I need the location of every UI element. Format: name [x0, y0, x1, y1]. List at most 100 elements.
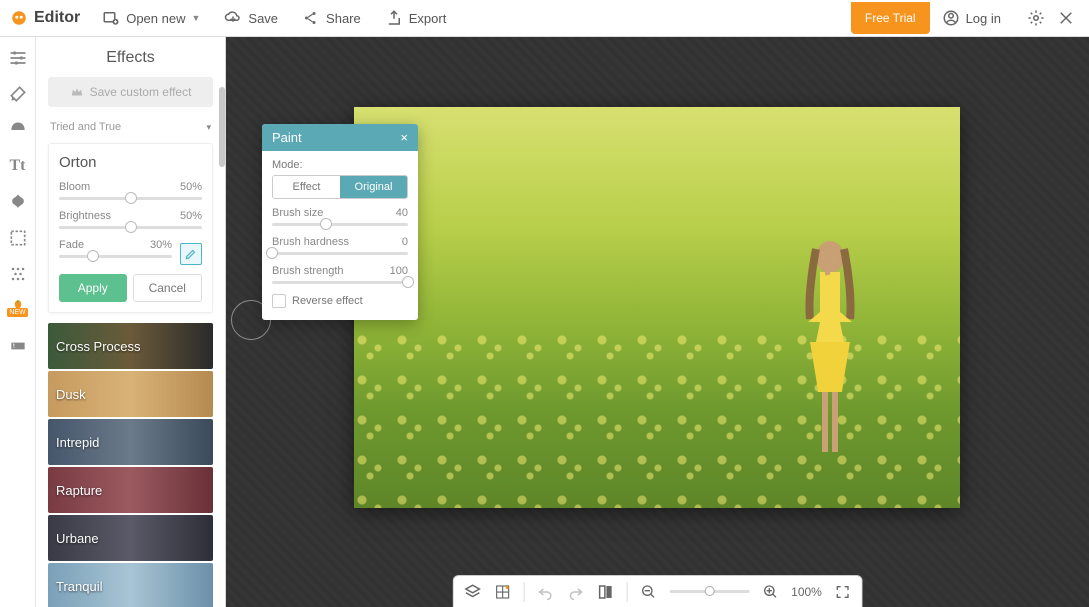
save-custom-effect-button[interactable]: Save custom effect — [48, 77, 213, 107]
effects-tool-icon[interactable] — [7, 191, 29, 213]
zoom-percentage: 100% — [791, 585, 822, 599]
overlays-tool-icon[interactable]: t — [7, 335, 29, 357]
bloom-value: 50% — [180, 181, 202, 193]
topbar: Editor Open new ▼ Save Share Export Free… — [0, 0, 1089, 37]
preset-cross-process[interactable]: Cross Process — [48, 323, 213, 369]
save-custom-label: Save custom effect — [90, 85, 192, 99]
brush-strength-slider[interactable]: Brush strength 100 — [272, 265, 408, 284]
bottom-toolbar: 100% — [452, 575, 863, 607]
export-label: Export — [409, 11, 447, 26]
fade-label: Fade — [59, 239, 84, 251]
mode-original-button[interactable]: Original — [340, 176, 407, 198]
preset-dusk[interactable]: Dusk — [48, 371, 213, 417]
gear-icon[interactable] — [1027, 9, 1045, 27]
zoom-slider[interactable] — [669, 590, 749, 593]
brush-strength-label: Brush strength — [272, 265, 344, 277]
effect-category[interactable]: Tried and True ▾ — [36, 117, 225, 137]
free-trial-label: Free Trial — [865, 11, 916, 25]
preset-tranquil[interactable]: Tranquil — [48, 563, 213, 607]
effect-name: Orton — [59, 154, 202, 171]
reverse-effect-label: Reverse effect — [292, 295, 363, 307]
zoom-out-icon[interactable] — [639, 583, 657, 601]
toolstrip: Tt NEW t — [0, 37, 36, 607]
paint-dialog: Paint × Mode: Effect Original Brush size… — [262, 124, 418, 320]
paint-dialog-header[interactable]: Paint × — [262, 124, 418, 151]
mode-effect-button[interactable]: Effect — [273, 176, 340, 198]
user-icon — [942, 9, 960, 27]
monkey-icon — [10, 9, 28, 27]
redo-icon[interactable] — [566, 583, 584, 601]
brush-size-label: Brush size — [272, 207, 323, 219]
svg-text:t: t — [13, 343, 15, 350]
image-plus-icon — [102, 9, 120, 27]
cloud-save-icon — [224, 9, 242, 27]
export-button[interactable]: Export — [373, 0, 459, 37]
app-name: Editor — [34, 9, 80, 27]
crown-icon — [70, 85, 84, 99]
brush-strength-value: 100 — [390, 265, 408, 277]
effects-panel: Effects Save custom effect Tried and Tru… — [36, 37, 226, 607]
fade-value: 30% — [150, 239, 172, 251]
bloom-label: Bloom — [59, 181, 90, 193]
effect-settings-card: Orton Bloom 50% Brightness 50% Fade 30% App… — [48, 143, 213, 313]
save-label: Save — [248, 11, 278, 26]
brush-hardness-slider[interactable]: Brush hardness0 — [272, 236, 408, 255]
new-badge: NEW — [7, 308, 27, 317]
open-new-label: Open new — [126, 11, 185, 26]
textures-tool-icon[interactable] — [7, 263, 29, 285]
zoom-in-icon[interactable] — [761, 583, 779, 601]
mode-toggle: Effect Original — [272, 175, 408, 199]
apply-button[interactable]: Apply — [59, 274, 127, 302]
canvas-area[interactable]: Paint × Mode: Effect Original Brush size… — [226, 37, 1089, 607]
compare-icon[interactable] — [596, 583, 614, 601]
layers-icon[interactable] — [463, 583, 481, 601]
fade-slider[interactable]: Fade 30% — [59, 239, 172, 258]
tools-icon[interactable] — [7, 83, 29, 105]
panel-scrollbar[interactable] — [219, 87, 225, 167]
brush-hardness-label: Brush hardness — [272, 236, 349, 248]
checkbox-box — [272, 294, 286, 308]
preset-intrepid[interactable]: Intrepid — [48, 419, 213, 465]
share-icon — [302, 9, 320, 27]
undo-icon[interactable] — [536, 583, 554, 601]
brightness-slider[interactable]: Brightness 50% — [59, 210, 202, 229]
paint-close-button[interactable]: × — [400, 130, 408, 145]
reverse-effect-checkbox[interactable]: Reverse effect — [272, 294, 408, 308]
paint-brush-button[interactable] — [180, 243, 202, 265]
chevron-down-icon: ▼ — [191, 13, 200, 23]
open-new-button[interactable]: Open new ▼ — [90, 0, 212, 37]
panel-title: Effects — [36, 37, 225, 77]
share-button[interactable]: Share — [290, 0, 373, 37]
login-button[interactable]: Log in — [930, 0, 1013, 37]
free-trial-button[interactable]: Free Trial — [851, 2, 930, 34]
frames-tool-icon[interactable] — [7, 227, 29, 249]
brush-icon — [184, 247, 198, 261]
login-label: Log in — [966, 11, 1001, 26]
share-label: Share — [326, 11, 361, 26]
preset-rapture[interactable]: Rapture — [48, 467, 213, 513]
text-tool-icon[interactable]: Tt — [7, 155, 29, 177]
save-button[interactable]: Save — [212, 0, 290, 37]
fullscreen-icon[interactable] — [834, 583, 852, 601]
themes-tool-icon[interactable]: NEW — [7, 299, 29, 321]
brightness-label: Brightness — [59, 210, 111, 222]
bloom-slider[interactable]: Bloom 50% — [59, 181, 202, 200]
export-icon — [385, 9, 403, 27]
adjust-tool-icon[interactable] — [7, 47, 29, 69]
main: Tt NEW t Effects Save custom effect Trie… — [0, 37, 1089, 607]
cancel-button[interactable]: Cancel — [133, 274, 203, 302]
touchup-tool-icon[interactable] — [7, 119, 29, 141]
app-logo: Editor — [0, 9, 90, 27]
close-icon[interactable] — [1057, 9, 1075, 27]
category-label: Tried and True — [50, 121, 121, 133]
mode-label: Mode: — [272, 159, 408, 171]
image-subject — [790, 227, 870, 477]
preset-urbane[interactable]: Urbane — [48, 515, 213, 561]
chevron-down-icon: ▾ — [206, 122, 211, 133]
preset-list: Cross ProcessDuskIntrepidRaptureUrbaneTr… — [36, 323, 225, 607]
brush-size-slider[interactable]: Brush size40 — [272, 207, 408, 226]
grid-icon[interactable] — [493, 583, 511, 601]
brightness-value: 50% — [180, 210, 202, 222]
canvas-image[interactable] — [354, 107, 960, 508]
paint-title: Paint — [272, 130, 302, 145]
